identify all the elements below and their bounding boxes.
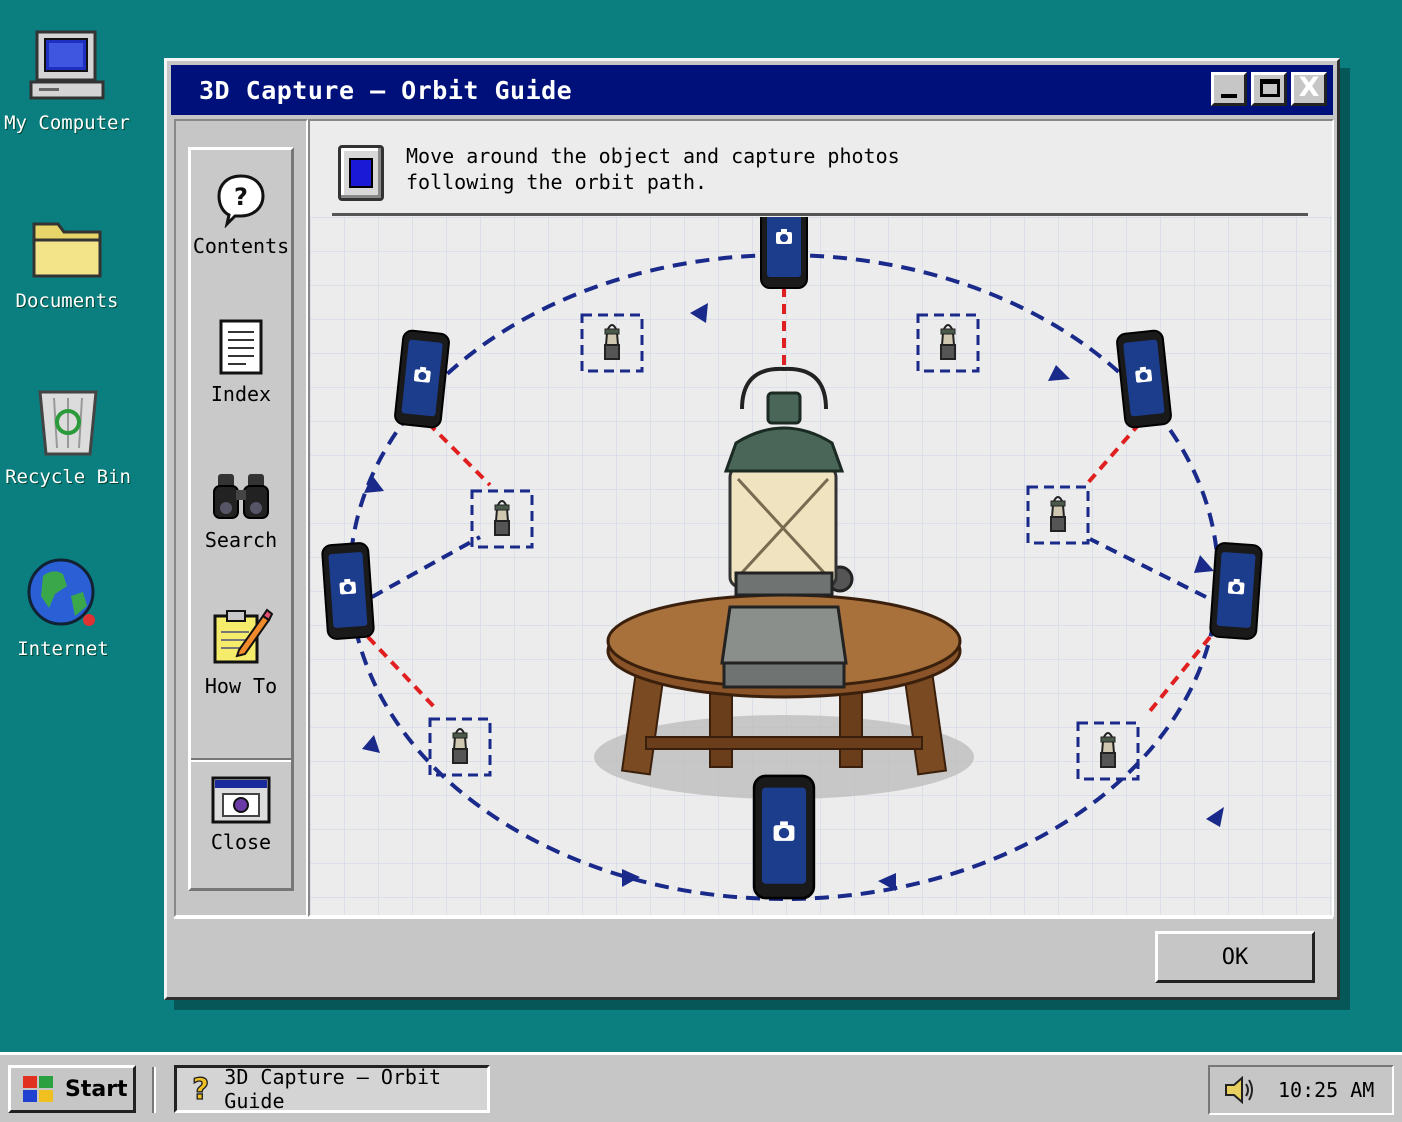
title-bar[interactable]: 3D Capture — Orbit Guide X: [171, 65, 1333, 115]
minimize-icon: [1221, 94, 1237, 98]
taskbar: Start ? 3D Capture — Orbit Guide 10:25 A…: [0, 1052, 1402, 1122]
phone-position-top-right: [1115, 328, 1173, 430]
sidebar-item-index[interactable]: Index: [191, 318, 291, 406]
desktop-icon-documents[interactable]: Documents: [2, 210, 132, 312]
phone-position-right: [1208, 541, 1264, 641]
window-icon: [211, 776, 271, 824]
instruction-divider: [332, 213, 1308, 216]
svg-text:?: ?: [192, 1072, 209, 1106]
sidebar-divider: [191, 758, 291, 762]
close-icon: X: [1298, 72, 1320, 103]
start-label: Start: [65, 1076, 128, 1102]
taskbar-item-orbit-guide[interactable]: ? 3D Capture — Orbit Guide: [174, 1065, 490, 1113]
window-controls: X: [1211, 72, 1327, 106]
instruction-text: Move around the object and capture photo…: [406, 144, 900, 194]
minimize-button[interactable]: [1211, 72, 1247, 106]
speaker-icon[interactable]: [1222, 1075, 1256, 1105]
sidebar-item-label: Contents: [192, 234, 290, 258]
desktop-icon-label: My Computer: [4, 112, 130, 134]
phone-position-bottom: [752, 774, 816, 900]
taskbar-divider: [152, 1067, 156, 1113]
maximize-icon: [1260, 79, 1280, 97]
sidebar-item-search[interactable]: Search: [191, 466, 291, 552]
taskbar-item-label: 3D Capture — Orbit Guide: [224, 1065, 442, 1113]
sidebar-item-label: Close: [210, 830, 272, 854]
button-bar: OK: [174, 917, 1333, 993]
windows-logo-icon: [23, 1076, 53, 1102]
binoculars-icon: [213, 474, 269, 519]
phone-position-top: [760, 217, 808, 289]
orbit-guide-window: 3D Capture — Orbit Guide X ? Contents In…: [164, 58, 1340, 1000]
sidebar-item-contents[interactable]: ? Contents: [191, 172, 291, 258]
document-icon: [219, 319, 263, 375]
orbit-diagram: [310, 217, 1332, 915]
sidebar-item-close[interactable]: Close: [191, 776, 291, 854]
window-title: 3D Capture — Orbit Guide: [199, 75, 573, 105]
desktop-icon-label: Documents: [15, 290, 119, 312]
desktop-icon-label: Internet: [17, 638, 109, 660]
start-button[interactable]: Start: [8, 1065, 136, 1113]
sidebar-item-how-to[interactable]: How To: [191, 606, 291, 698]
desktop-icon-my-computer[interactable]: My Computer: [2, 26, 132, 134]
clock[interactable]: 10:25 AM: [1278, 1078, 1374, 1102]
desktop-icon-recycle-bin[interactable]: Recycle Bin: [3, 382, 133, 488]
notepad-pencil-icon: [213, 608, 273, 664]
maximize-button[interactable]: [1251, 72, 1287, 106]
system-tray: 10:25 AM: [1208, 1065, 1394, 1115]
desktop-icon-internet[interactable]: Internet: [0, 556, 128, 660]
globe-icon: [27, 558, 95, 626]
phone-position-left: [320, 541, 376, 641]
recycle-bin-icon: [38, 390, 98, 456]
help-question-icon: ?: [192, 1072, 210, 1106]
content-pane: Move around the object and capture photo…: [308, 119, 1334, 917]
computer-icon: [29, 30, 105, 100]
desktop-icon-label: Recycle Bin: [5, 466, 131, 488]
ok-button[interactable]: OK: [1155, 931, 1315, 983]
help-bubble-icon: ?: [217, 174, 265, 228]
sidebar-panel: ? Contents Index Search How To Close: [188, 147, 294, 891]
folder-icon: [32, 222, 102, 278]
close-button[interactable]: X: [1291, 72, 1327, 106]
info-icon: [338, 145, 384, 201]
sidebar-item-label: Search: [204, 528, 278, 552]
help-sidebar: ? Contents Index Search How To Close: [174, 119, 308, 917]
svg-text:?: ?: [234, 183, 248, 211]
sidebar-item-label: Index: [210, 382, 272, 406]
phone-position-top-left: [393, 328, 451, 430]
sidebar-item-label: How To: [204, 674, 278, 698]
